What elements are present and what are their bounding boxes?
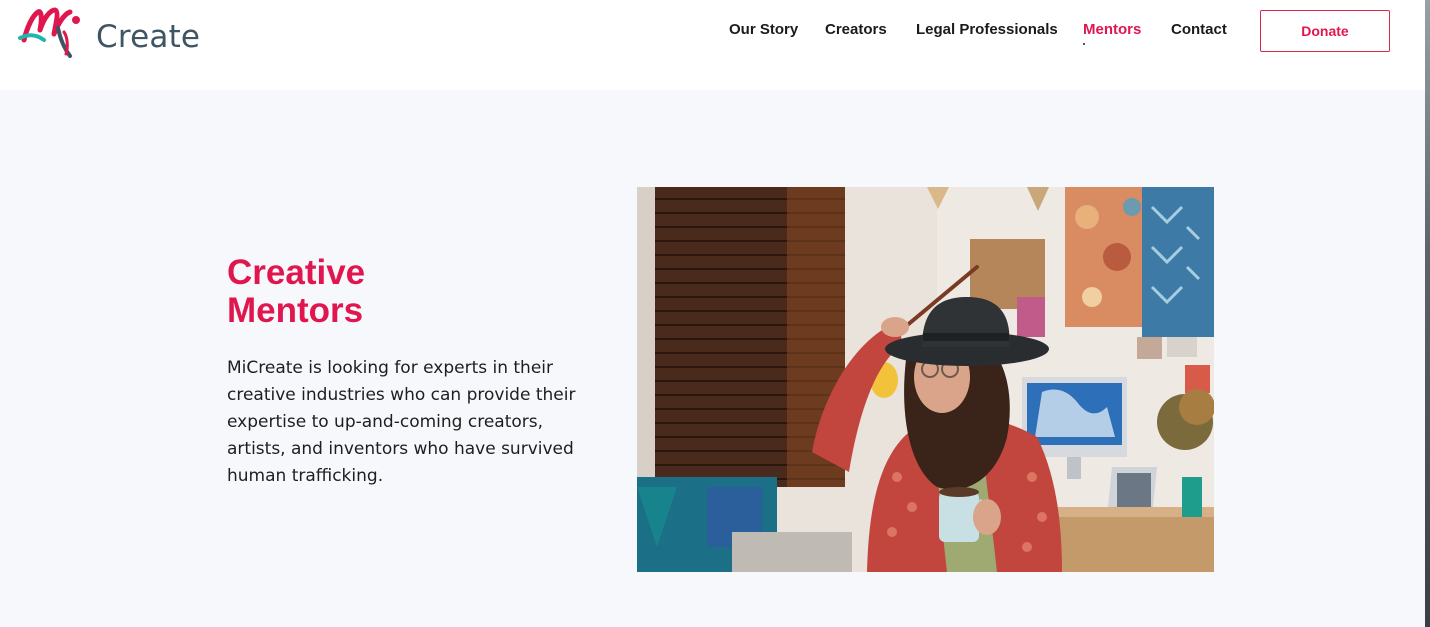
woman-with-hat-in-studio-photo [637, 187, 1214, 572]
donate-button[interactable]: Donate [1260, 10, 1390, 52]
window-edge [1425, 0, 1430, 627]
photo-image [637, 187, 1214, 572]
nav-legal-professionals[interactable]: Legal Professionals [916, 20, 1058, 40]
site-header: Create Our Story Creators Legal Professi… [0, 0, 1425, 90]
mentors-hero-section: Creative Mentors MiCreate is looking for… [0, 90, 1425, 627]
nav-creators[interactable]: Creators [825, 20, 887, 40]
title-line-2: Mentors [227, 291, 364, 330]
nav-mentors[interactable]: Mentors [1083, 20, 1141, 40]
nav-contact[interactable]: Contact [1171, 20, 1227, 40]
page-title: Creative Mentors [227, 254, 527, 330]
active-nav-indicator [1083, 43, 1085, 45]
title-line-1: Creative [227, 253, 366, 292]
nav-our-story[interactable]: Our Story [729, 20, 798, 40]
main-nav: Our Story Creators Legal Professionals M… [0, 20, 1425, 42]
intro-paragraph: MiCreate is looking for experts in their… [227, 358, 576, 486]
